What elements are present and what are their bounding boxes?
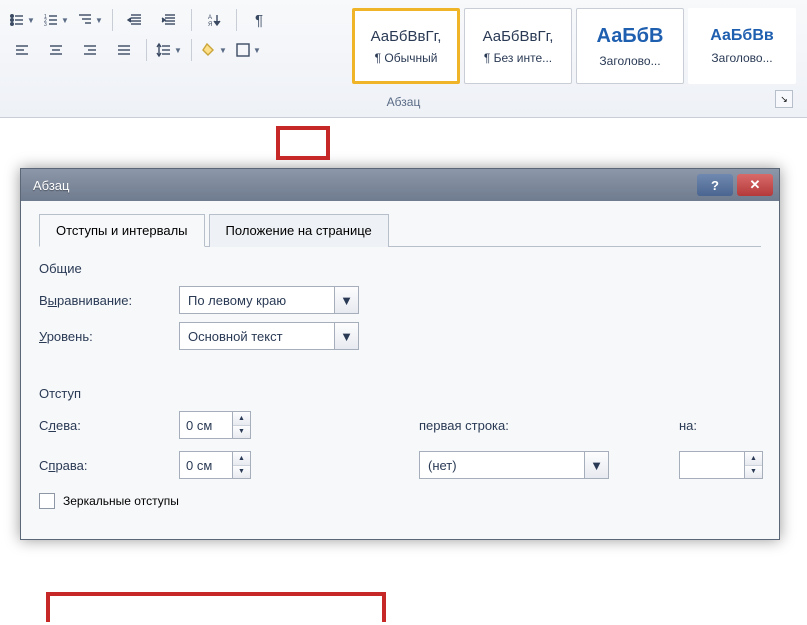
svg-text:Я: Я — [208, 22, 212, 28]
increase-indent-button[interactable] — [155, 8, 183, 32]
dropdown-arrow-icon: ▼ — [253, 46, 261, 55]
first-line-label: первая строка: — [419, 418, 619, 433]
alignment-value: По левому краю — [188, 293, 286, 308]
tab-indents[interactable]: Отступы и интервалы — [39, 214, 205, 247]
style-name: ¶ Обычный — [358, 51, 454, 65]
tab-position[interactable]: Положение на странице — [209, 214, 389, 247]
chevron-down-icon: ▼ — [584, 452, 608, 478]
style-name: ¶ Без инте... — [469, 51, 567, 65]
level-value: Основной текст — [188, 329, 283, 344]
show-marks-button[interactable]: ¶ — [245, 8, 273, 32]
chevron-down-icon: ▼ — [334, 287, 358, 313]
style-preview: АаБбВвГг, — [371, 28, 442, 45]
line-spacing-button[interactable]: ▼ — [155, 38, 183, 62]
launcher-icon: ↘ — [780, 94, 788, 105]
separator — [236, 9, 237, 31]
indent-heading: Отступ — [39, 386, 761, 401]
level-combo[interactable]: Основной текст ▼ — [179, 322, 359, 350]
help-button[interactable]: ? — [697, 174, 733, 196]
left-indent-spinner[interactable]: 0 см ▲▼ — [179, 411, 251, 439]
styles-gallery: АаБбВвГг, ¶ Обычный АаБбВвГг, ¶ Без инте… — [352, 8, 796, 84]
annotation-highlight-bottom — [46, 592, 386, 622]
general-heading: Общие — [39, 261, 761, 276]
bullets-button[interactable]: ▼ — [8, 8, 36, 32]
spin-up-icon[interactable]: ▲ — [745, 452, 762, 466]
spin-down-icon[interactable]: ▼ — [745, 466, 762, 479]
by-label: на: — [679, 418, 769, 433]
left-indent-label: Слева: — [39, 418, 179, 433]
align-left-button[interactable] — [8, 38, 36, 62]
svg-text:3: 3 — [44, 22, 47, 28]
style-preview: АаБбВвГг, — [483, 28, 554, 45]
right-indent-spinner[interactable]: 0 см ▲▼ — [179, 451, 251, 479]
chevron-down-icon: ▼ — [334, 323, 358, 349]
spin-down-icon[interactable]: ▼ — [233, 466, 250, 479]
spin-up-icon[interactable]: ▲ — [233, 452, 250, 466]
paragraph-group: ▼ 123 ▼ ▼ AЯ — [4, 8, 344, 68]
style-name: Заголово... — [692, 51, 792, 65]
paragraph-dialog: Абзац ? ✕ Отступы и интервалы Положение … — [20, 168, 780, 540]
separator — [112, 9, 113, 31]
alignment-label: Выравнивание: — [39, 293, 179, 308]
spin-down-icon[interactable]: ▼ — [233, 426, 250, 439]
separator — [191, 9, 192, 31]
dropdown-arrow-icon: ▼ — [219, 46, 227, 55]
style-name: Заголово... — [581, 54, 679, 68]
right-indent-value: 0 см — [186, 458, 212, 473]
help-icon: ? — [711, 178, 719, 193]
spin-up-icon[interactable]: ▲ — [233, 412, 250, 426]
close-button[interactable]: ✕ — [737, 174, 773, 196]
left-indent-value: 0 см — [186, 418, 212, 433]
dialog-title: Абзац — [33, 178, 69, 193]
annotation-highlight — [276, 126, 330, 160]
level-label: Уровень: — [39, 329, 179, 344]
sort-button[interactable]: AЯ — [200, 8, 228, 32]
pilcrow-icon: ¶ — [255, 12, 263, 29]
dialog-tabs: Отступы и интервалы Положение на страниц… — [39, 213, 761, 247]
style-preview: АаБбВ — [597, 25, 664, 48]
justify-button[interactable] — [110, 38, 138, 62]
first-line-combo[interactable]: (нет) ▼ — [419, 451, 609, 479]
ribbon: ▼ 123 ▼ ▼ AЯ — [0, 0, 807, 118]
style-preview: АаБбВв — [710, 27, 773, 45]
style-heading1[interactable]: АаБбВ Заголово... — [576, 8, 684, 84]
dropdown-arrow-icon: ▼ — [27, 16, 35, 25]
borders-button[interactable]: ▼ — [234, 38, 262, 62]
decrease-indent-button[interactable] — [121, 8, 149, 32]
align-right-button[interactable] — [76, 38, 104, 62]
mirror-indents-label: Зеркальные отступы — [63, 494, 179, 508]
numbering-button[interactable]: 123 ▼ — [42, 8, 70, 32]
ribbon-group-label: Абзац — [387, 89, 421, 109]
dialog-titlebar[interactable]: Абзац ? ✕ — [21, 169, 779, 201]
align-center-button[interactable] — [42, 38, 70, 62]
mirror-indents-checkbox[interactable] — [39, 493, 55, 509]
style-no-spacing[interactable]: АаБбВвГг, ¶ Без инте... — [464, 8, 572, 84]
dropdown-arrow-icon: ▼ — [174, 46, 182, 55]
style-normal[interactable]: АаБбВвГг, ¶ Обычный — [352, 8, 460, 84]
dropdown-arrow-icon: ▼ — [95, 16, 103, 25]
by-spinner[interactable]: ▲▼ — [679, 451, 763, 479]
style-heading2[interactable]: АаБбВв Заголово... — [688, 8, 796, 84]
first-line-value: (нет) — [428, 458, 457, 473]
svg-text:A: A — [208, 15, 212, 21]
right-indent-label: Справа: — [39, 458, 179, 473]
multilevel-list-button[interactable]: ▼ — [76, 8, 104, 32]
separator — [146, 39, 147, 61]
dropdown-arrow-icon: ▼ — [61, 16, 69, 25]
close-icon: ✕ — [750, 177, 761, 193]
paragraph-dialog-launcher[interactable]: ↘ — [775, 90, 793, 108]
separator — [191, 39, 192, 61]
alignment-combo[interactable]: По левому краю ▼ — [179, 286, 359, 314]
shading-button[interactable]: ▼ — [200, 38, 228, 62]
